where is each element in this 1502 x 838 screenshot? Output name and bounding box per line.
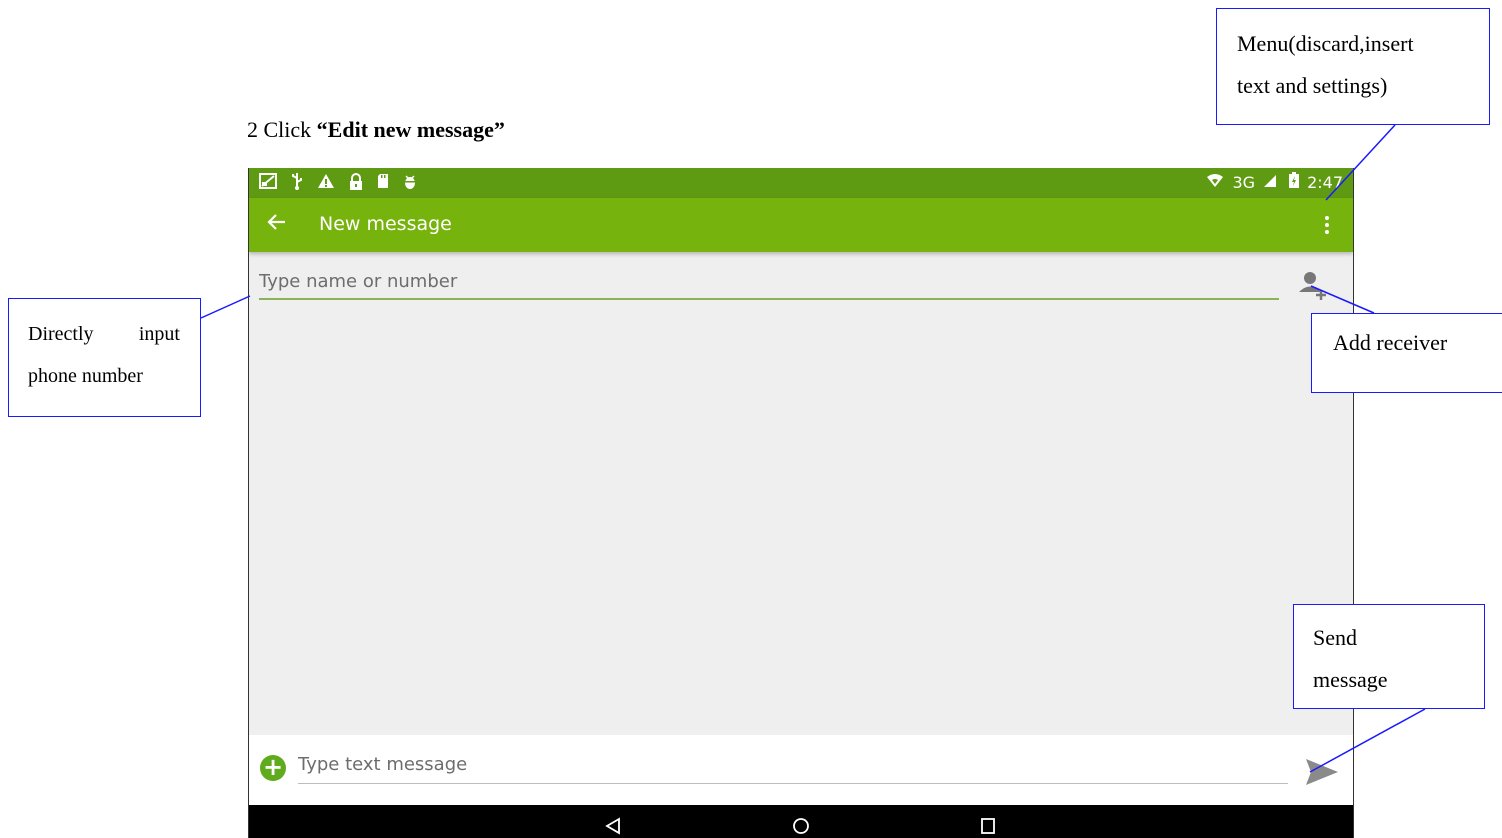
callout-send-line2: message bbox=[1313, 667, 1388, 692]
add-contact-icon[interactable] bbox=[1299, 268, 1329, 302]
callout-send-message: Send message bbox=[1293, 604, 1485, 709]
back-arrow-icon[interactable] bbox=[267, 210, 287, 238]
phone-screen: 3G 2:47 New message + bbox=[248, 168, 1354, 838]
message-input[interactable] bbox=[298, 745, 1288, 784]
home-nav-icon[interactable] bbox=[792, 817, 810, 838]
callout-direct-input: Directly input phone number bbox=[8, 298, 201, 417]
network-type: 3G bbox=[1232, 173, 1256, 192]
add-attachment-button[interactable]: + bbox=[260, 755, 286, 781]
callout-menu-line1: Menu(discard,insert bbox=[1237, 31, 1414, 56]
callout-input-word1: Directly bbox=[28, 323, 94, 345]
lock-icon bbox=[349, 172, 363, 196]
step-heading: 2 Click “Edit new message” bbox=[247, 117, 505, 143]
callout-input-word2: input bbox=[138, 323, 180, 345]
step-target: “Edit new message” bbox=[316, 117, 505, 142]
screenshot-icon bbox=[259, 173, 277, 195]
callout-menu-line2: text and settings) bbox=[1237, 73, 1388, 98]
callout-send-line1: Send bbox=[1313, 625, 1357, 650]
notification-icons bbox=[259, 172, 417, 196]
wifi-icon bbox=[1206, 172, 1224, 194]
battery-icon bbox=[1289, 172, 1300, 194]
android-debug-icon bbox=[403, 173, 417, 196]
step-text: Click bbox=[263, 117, 312, 142]
clock: 2:47 bbox=[1307, 173, 1343, 192]
composer-bar: + bbox=[249, 735, 1353, 805]
sd-card-icon bbox=[377, 173, 389, 195]
overflow-menu-button[interactable] bbox=[1319, 210, 1335, 240]
back-nav-icon[interactable] bbox=[605, 817, 621, 838]
callout-input-line2: phone number bbox=[28, 365, 143, 387]
step-number: 2 bbox=[247, 117, 258, 142]
status-bar: 3G 2:47 bbox=[249, 168, 1353, 198]
send-icon[interactable] bbox=[1304, 755, 1340, 789]
page-title: New message bbox=[319, 213, 452, 235]
recents-nav-icon[interactable] bbox=[980, 817, 996, 838]
callout-menu: Menu(discard,insert text and settings) bbox=[1216, 8, 1490, 125]
navigation-bar bbox=[249, 805, 1353, 838]
callout-receiver-text: Add receiver bbox=[1333, 330, 1448, 355]
warning-icon bbox=[317, 173, 335, 195]
signal-icon bbox=[1263, 172, 1277, 194]
recipient-input[interactable] bbox=[259, 264, 1279, 300]
app-bar: New message bbox=[249, 198, 1353, 252]
callout-add-receiver: Add receiver bbox=[1311, 313, 1502, 393]
usb-icon bbox=[291, 172, 303, 196]
status-right: 3G 2:47 bbox=[1206, 172, 1343, 194]
